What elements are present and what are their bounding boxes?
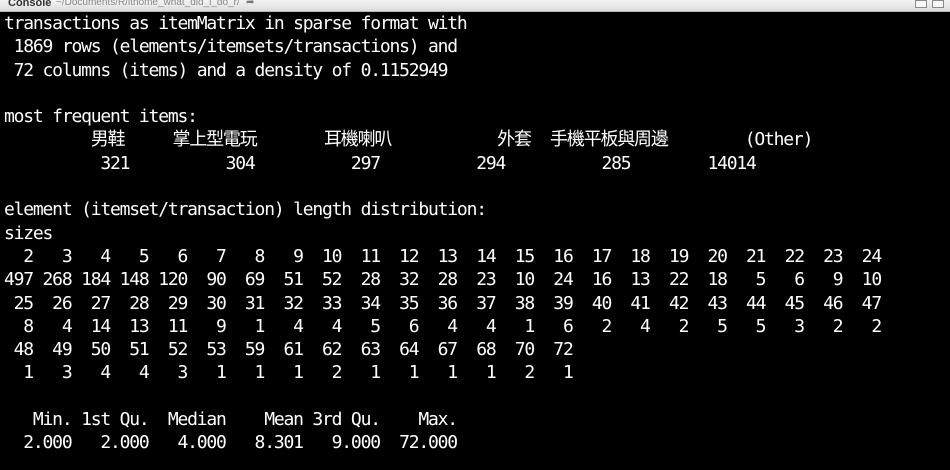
sizes-label: sizes: [4, 222, 53, 244]
summary-line: 72 columns (items) and a density of 0.11…: [4, 59, 449, 81]
summary-stats-header: Min. 1st Qu. Median Mean 3rd Qu. Max.: [4, 409, 458, 431]
console-output[interactable]: transactions as itemMatrix in sparse for…: [4, 12, 883, 455]
distribution-row: 1 3 4 4 3 1 1 1 2 1 1 1 1 2 1: [4, 362, 574, 384]
rstudio-console-pane: Console ~/Documents/R/ithome_what_did_i_…: [0, 0, 950, 470]
minimize-icon[interactable]: [915, 0, 927, 8]
distribution-row: 8 4 14 13 11 9 1 4 4 5 6 4 4 1 6 2 4 2 5…: [4, 315, 882, 337]
console-header: Console ~/Documents/R/ithome_what_did_i_…: [0, 0, 950, 12]
console-title: Console: [8, 0, 52, 9]
arrow-nav-icon[interactable]: ➦: [246, 0, 254, 8]
frequent-items-names: 男鞋 掌上型電玩 耳機喇叭 外套 手機平板與周邊 (Other): [4, 129, 814, 151]
distribution-heading: element (itemset/transaction) length dis…: [4, 199, 487, 221]
summary-line: 1869 rows (elements/itemsets/transaction…: [4, 36, 459, 58]
frequent-items-counts: 321 304 297 294 285 14014: [4, 152, 757, 174]
summary-line: transactions as itemMatrix in sparse for…: [4, 13, 468, 34]
maximize-icon[interactable]: [932, 0, 944, 8]
distribution-row: 25 26 27 28 29 30 31 32 33 34 35 36 37 3…: [4, 292, 883, 314]
distribution-row: 2 3 4 5 6 7 8 9 10 11 12 13 14 15 16 17 …: [4, 245, 882, 267]
frequent-items-heading: most frequent items:: [4, 106, 198, 128]
distribution-row: 48 49 50 51 52 53 59 61 62 63 64 67 68 7…: [4, 339, 574, 361]
distribution-row: 497 268 184 148 120 90 69 51 52 28 32 28…: [4, 269, 882, 291]
working-directory-path[interactable]: ~/Documents/R/ithome_what_did_i_do_r/: [56, 0, 240, 8]
summary-stats-values: 2.000 2.000 4.000 8.301 9.000 72.000: [4, 432, 458, 454]
